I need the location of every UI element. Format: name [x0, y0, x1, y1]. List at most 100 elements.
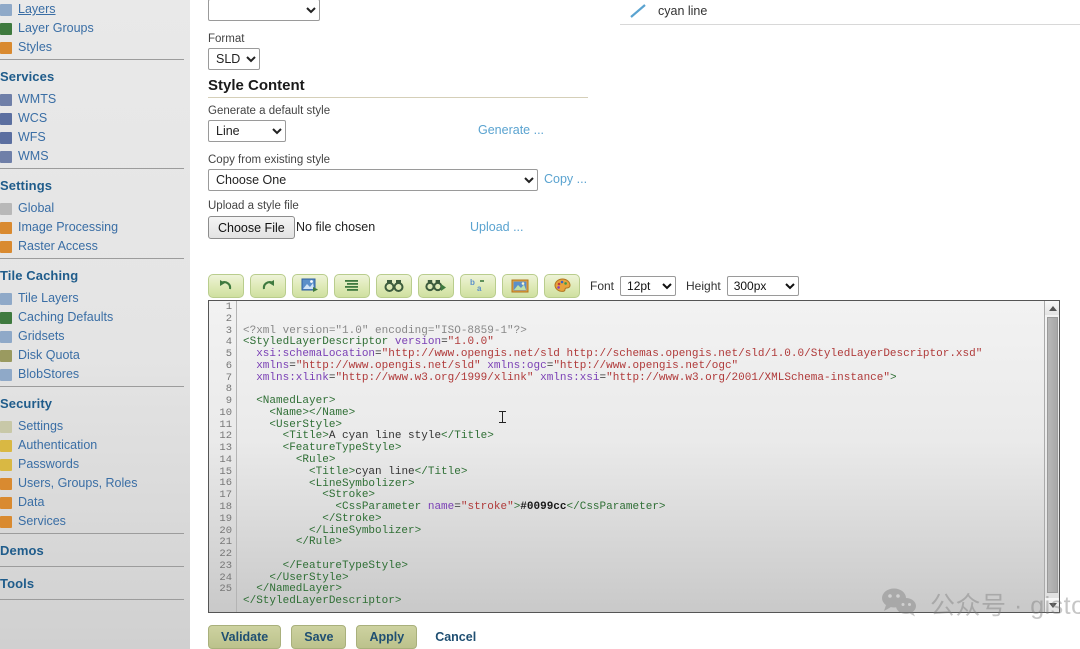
editor-height-select[interactable]: 100px200px300px400px500px — [726, 275, 799, 296]
sidebar-item-disk-quota[interactable]: Disk Quota — [0, 346, 190, 365]
code-line: <Name></Name> — [269, 406, 356, 419]
sidebar-item-wmts[interactable]: WMTS — [0, 90, 190, 109]
scroll-up-icon[interactable] — [1045, 301, 1059, 315]
style-name-select[interactable] — [208, 0, 320, 21]
sidebar-item-settings[interactable]: Settings — [0, 417, 190, 436]
sidebar-item-label: Layers — [18, 2, 56, 16]
style-content-heading: Style Content — [208, 77, 305, 94]
geoserver-style-editor-page: Layers Layer Groups Styles Services WMTS WCS W… — [0, 0, 1080, 649]
blobstores-icon — [0, 368, 12, 381]
font-label: Font — [590, 278, 615, 293]
action-buttons: Validate Save Apply Cancel — [208, 625, 476, 649]
redo-icon[interactable] — [250, 273, 286, 298]
sidebar-item-raster-access[interactable]: Raster Access — [0, 237, 190, 256]
sidebar: Layers Layer Groups Styles Services WMTS WCS W… — [0, 0, 190, 649]
sidebar-item-wms[interactable]: WMS — [0, 147, 190, 166]
line-number-gutter: 1 2 3 4 5 6 7 8 9 10 11 12 13 14 15 16 17 18 19 20 21 22 23 24 2… — [209, 301, 237, 612]
upload-label: Upload a style file — [208, 200, 299, 212]
sidebar-item-label: Layer Groups — [18, 21, 94, 35]
sidebar-item-blobstores[interactable]: BlobStores — [0, 365, 190, 384]
code-line: </UserStyle> — [269, 571, 349, 584]
undo-icon[interactable] — [208, 273, 244, 298]
sidebar-item-authentication[interactable]: Authentication — [0, 436, 190, 455]
sidebar-item-label: Gridsets — [18, 329, 65, 343]
code-line: xmlns:xlink="http://www.w3.org/1999/xlin… — [256, 371, 897, 384]
sidebar-item-wcs[interactable]: WCS — [0, 109, 190, 128]
sidebar-item-styles[interactable]: Styles — [0, 38, 190, 57]
generate-link[interactable]: Generate ... — [478, 123, 544, 137]
image-processing-icon — [0, 221, 12, 234]
sidebar-item-label: Settings — [18, 419, 64, 433]
line-number: 23 — [219, 559, 232, 572]
sidebar-divider — [0, 533, 184, 534]
sidebar-item-image-processing[interactable]: Image Processing — [0, 218, 190, 237]
security-data-icon — [0, 496, 12, 509]
sidebar-divider — [0, 566, 184, 567]
svg-text:b: b — [470, 278, 475, 287]
generate-style-select[interactable]: PointLinePolygonRasterGeneric — [208, 120, 286, 142]
code-area[interactable]: <?xml version="1.0" encoding="ISO-8859-1… — [237, 301, 1059, 612]
save-button[interactable]: Save — [291, 625, 347, 649]
sidebar-item-users-groups-roles[interactable]: Users, Groups, Roles — [0, 474, 190, 493]
wms-icon — [0, 150, 12, 163]
tile-layers-icon — [0, 292, 12, 305]
find-icon[interactable] — [376, 273, 412, 298]
sidebar-item-services[interactable]: Services — [0, 512, 190, 531]
disk-quota-icon — [0, 349, 12, 362]
choose-file-button[interactable]: Choose File — [208, 216, 295, 239]
copy-style-select[interactable]: Choose One — [208, 169, 538, 191]
sidebar-item-layers[interactable]: Layers — [0, 0, 190, 19]
sidebar-item-label: WFS — [18, 130, 46, 144]
sidebar-item-layer-groups[interactable]: Layer Groups — [0, 19, 190, 38]
preview-image-icon[interactable] — [502, 273, 538, 298]
cancel-link[interactable]: Cancel — [435, 630, 476, 644]
editor-toolbar: b a Font 12pt Height 300px — [208, 272, 1060, 299]
sidebar-item-tile-layers[interactable]: Tile Layers — [0, 289, 190, 308]
sidebar-item-label: Raster Access — [18, 239, 98, 253]
validate-button[interactable]: Validate — [208, 625, 282, 649]
upload-link[interactable]: Upload ... — [470, 220, 524, 234]
insert-image-icon[interactable] — [292, 273, 328, 298]
sidebar-item-label: Caching Defaults — [18, 310, 114, 324]
sld-code-editor[interactable]: 1 2 3 4 5 6 7 8 9 10 11 12 13 14 15 16 17 18 19 20 21 22 23 24 2… — [208, 300, 1060, 613]
code-line: </StyledLayerDescriptor> — [243, 595, 402, 608]
sidebar-item-label: Image Processing — [18, 220, 119, 234]
sidebar-item-gridsets[interactable]: Gridsets — [0, 327, 190, 346]
sidebar-divider — [0, 599, 184, 600]
editor-vertical-scrollbar[interactable] — [1044, 301, 1059, 612]
sidebar-item-wfs[interactable]: WFS — [0, 128, 190, 147]
copy-link[interactable]: Copy ... — [544, 172, 587, 186]
find-next-icon[interactable] — [418, 273, 454, 298]
font-size-select[interactable]: 8pt10pt12pt14pt16pt18pt — [620, 275, 677, 296]
users-groups-roles-icon — [0, 477, 12, 490]
layer-groups-icon — [0, 22, 12, 35]
sidebar-item-passwords[interactable]: Passwords — [0, 455, 190, 474]
sidebar-heading-tile-caching: Tile Caching — [0, 268, 79, 283]
layers-icon — [0, 3, 12, 16]
sidebar-item-label: Passwords — [18, 457, 80, 471]
code-line: </LineSymbolizer> — [309, 524, 422, 537]
sidebar-item-label: Authentication — [18, 438, 98, 452]
replace-icon[interactable]: b a — [460, 273, 496, 298]
sidebar-item-global[interactable]: Global — [0, 199, 190, 218]
sidebar-item-caching-defaults[interactable]: Caching Defaults — [0, 308, 190, 327]
sidebar-item-data[interactable]: Data — [0, 493, 190, 512]
line-number: 6 — [225, 359, 232, 372]
sidebar-heading-settings: Settings — [0, 178, 53, 193]
format-lines-icon[interactable] — [334, 273, 370, 298]
line-number: 2 — [225, 312, 232, 325]
apply-button[interactable]: Apply — [356, 625, 418, 649]
sidebar-divider — [0, 59, 184, 60]
code-line: </Rule> — [295, 536, 343, 549]
scrollbar-thumb[interactable] — [1047, 317, 1058, 593]
format-select[interactable]: SLDCSSYSLDMBStyle — [208, 48, 260, 70]
line-number: 19 — [219, 512, 232, 525]
color-palette-icon[interactable] — [544, 273, 580, 298]
code-line: <FeatureTypeStyle> — [282, 442, 402, 455]
sidebar-item-label: Users, Groups, Roles — [18, 476, 138, 490]
sidebar-item-label: Global — [18, 201, 55, 215]
sidebar-heading-services: Services — [0, 69, 55, 84]
scroll-down-icon[interactable] — [1045, 598, 1059, 612]
authentication-icon — [0, 439, 12, 452]
